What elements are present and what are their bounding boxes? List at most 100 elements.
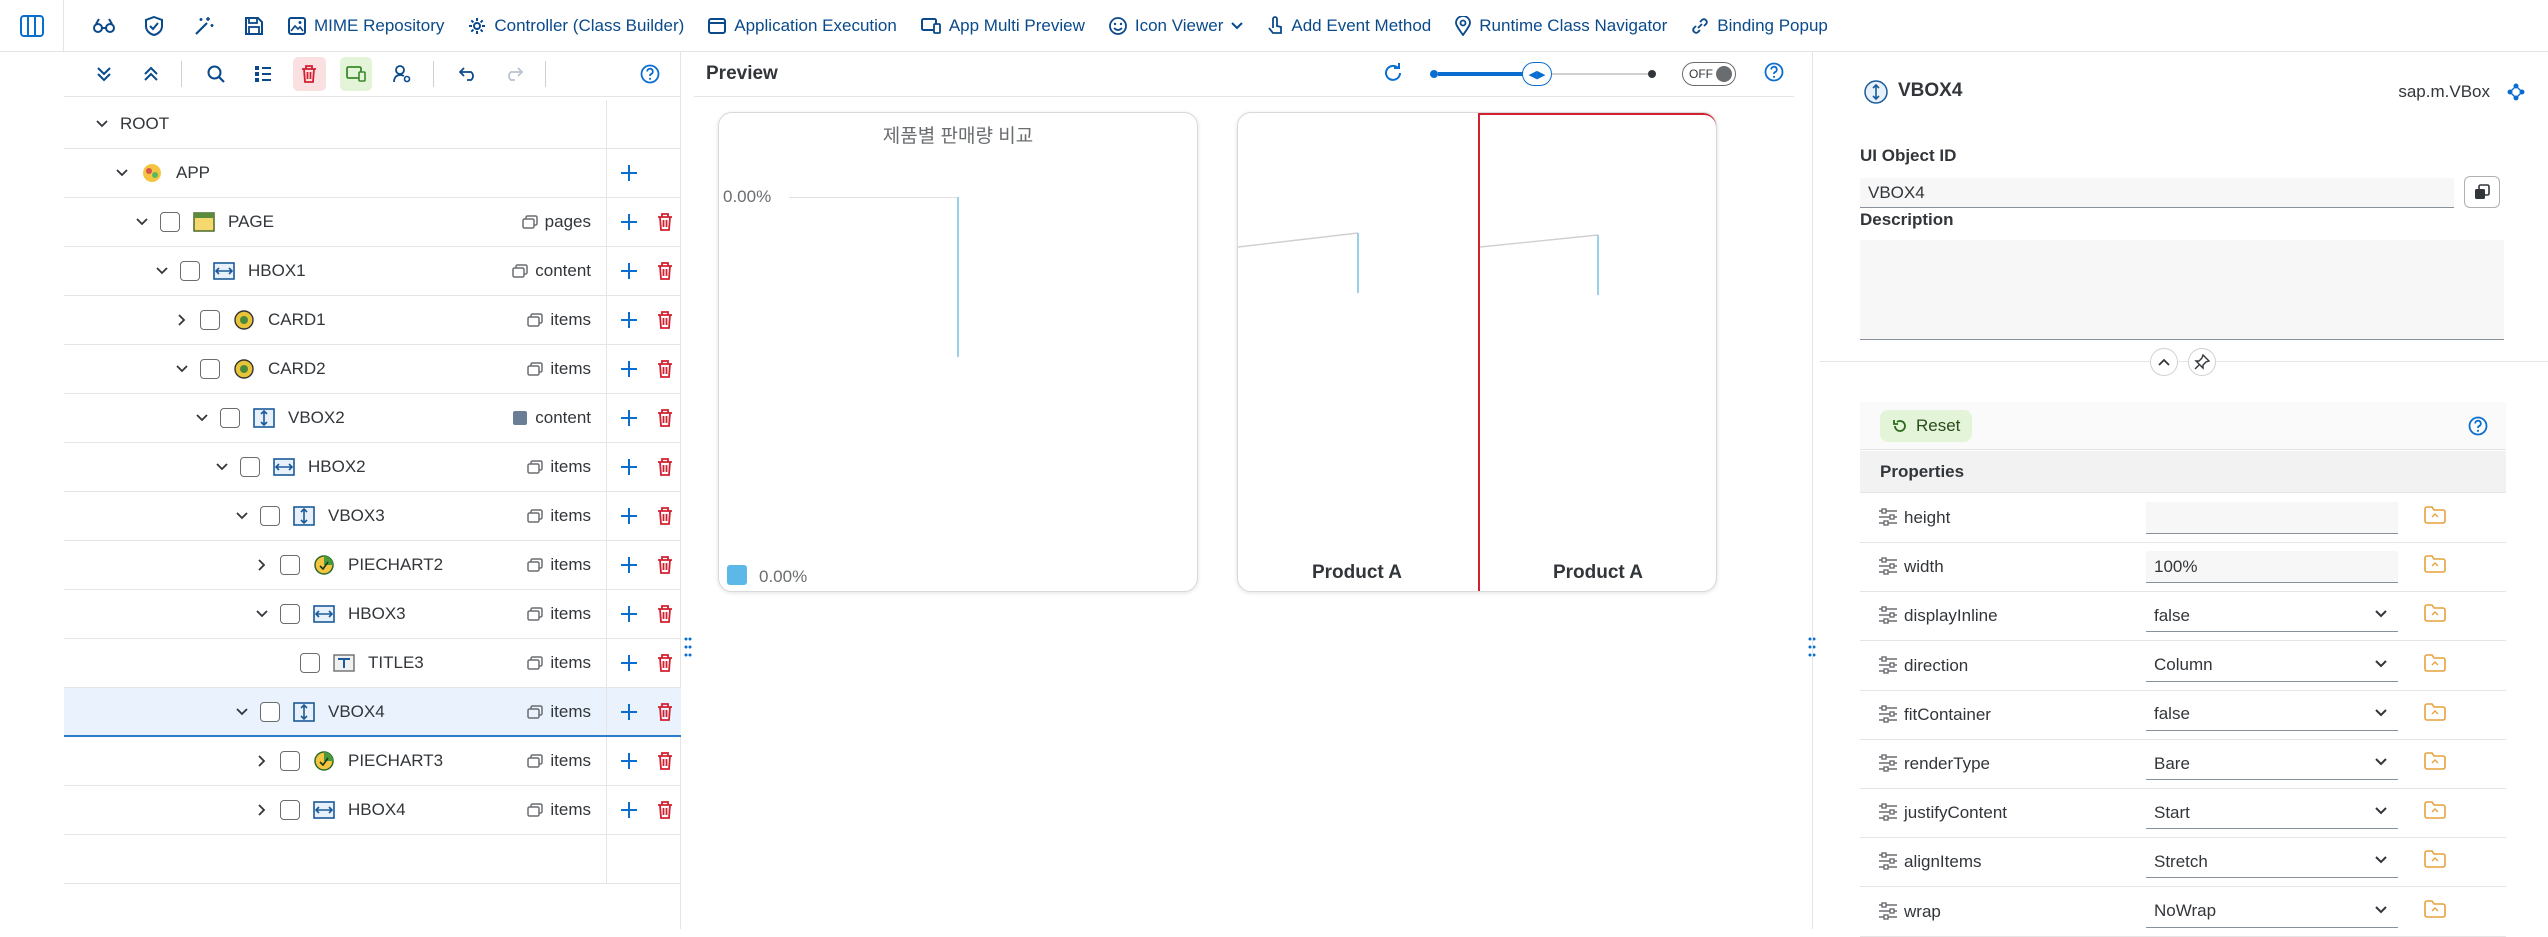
tree-row-vbox4[interactable]: VBOX4 items	[64, 688, 681, 737]
selected-vbox4-highlight[interactable]: Product A	[1478, 113, 1716, 591]
delete-node-button[interactable]	[648, 597, 682, 631]
add-child-button[interactable]	[612, 597, 646, 631]
locate-in-tree-button[interactable]	[2506, 82, 2526, 102]
property-select-wrap[interactable]: NoWrap	[2146, 895, 2398, 928]
preview-help-button[interactable]	[1764, 62, 1784, 82]
row-checkbox[interactable]	[300, 653, 320, 673]
add-child-button[interactable]	[612, 156, 646, 190]
save-button[interactable]	[234, 6, 274, 46]
glasses-button[interactable]	[84, 6, 124, 46]
refresh-button[interactable]	[1382, 62, 1404, 84]
property-select-direction[interactable]: Column	[2146, 649, 2398, 682]
row-checkbox[interactable]	[160, 212, 180, 232]
binding-folder-button[interactable]	[2424, 899, 2446, 918]
row-checkbox[interactable]	[260, 506, 280, 526]
expand-toggle[interactable]	[172, 310, 192, 330]
app-multi-preview-button[interactable]: App Multi Preview	[920, 16, 1085, 36]
delete-node-button[interactable]	[648, 450, 682, 484]
row-checkbox[interactable]	[260, 701, 280, 722]
tree-list-button[interactable]	[247, 57, 280, 91]
shield-button[interactable]	[134, 6, 174, 46]
search-button[interactable]	[200, 57, 233, 91]
delete-node-button[interactable]	[648, 401, 682, 435]
reset-button[interactable]: Reset	[1880, 410, 1973, 442]
property-select-rendertype[interactable]: Bare	[2146, 748, 2398, 780]
sidebar-toggle-button[interactable]	[0, 0, 64, 52]
controller-class-builder-button[interactable]: Controller (Class Builder)	[468, 16, 684, 36]
preview-devices-button[interactable]	[339, 57, 373, 91]
ui-object-id-field[interactable]: VBOX4	[1860, 178, 2454, 208]
property-select-displayinline[interactable]: false	[2146, 600, 2398, 633]
undo-button[interactable]	[452, 57, 485, 91]
binding-folder-button[interactable]	[2424, 850, 2446, 869]
binding-folder-button[interactable]	[2424, 604, 2446, 623]
preview-card-1[interactable]: 제품별 판매량 비교 0.00% 0.00%	[718, 112, 1198, 592]
collapse-toggle[interactable]	[192, 408, 212, 428]
tree-row-hbox4[interactable]: HBOX4 items	[64, 786, 681, 835]
add-child-button[interactable]	[612, 401, 646, 435]
expand-all-button[interactable]	[88, 57, 121, 91]
tree-row-vbox2[interactable]: VBOX2 content	[64, 394, 681, 443]
expand-toggle[interactable]	[252, 751, 272, 771]
collapse-toggle[interactable]	[92, 114, 112, 134]
binding-folder-button[interactable]	[2424, 702, 2446, 721]
add-child-button[interactable]	[612, 303, 646, 337]
add-child-button[interactable]	[612, 695, 646, 729]
add-child-button[interactable]	[612, 744, 646, 778]
tree-row-app[interactable]: APP	[64, 149, 681, 198]
delete-node-button[interactable]	[648, 548, 682, 582]
preview-toggle-switch[interactable]: OFF	[1682, 62, 1736, 86]
property-select-fitcontainer[interactable]: false	[2146, 698, 2398, 731]
delete-node-button[interactable]	[648, 499, 682, 533]
tree-row-card2[interactable]: CARD2 items	[64, 345, 681, 394]
delete-node-button[interactable]	[648, 646, 682, 680]
add-child-button[interactable]	[612, 793, 646, 827]
delete-node-button[interactable]	[648, 254, 682, 288]
tree-row-title3[interactable]: TITLE3 items	[64, 639, 681, 688]
tree-row-card1[interactable]: CARD1 items	[64, 296, 681, 345]
delete-node-button[interactable]	[648, 303, 682, 337]
collapse-toggle[interactable]	[212, 457, 232, 477]
user-settings-button[interactable]	[386, 57, 419, 91]
mime-repository-button[interactable]: MIME Repository	[288, 16, 444, 36]
tree-row-piechart3[interactable]: PIECHART3 items	[64, 737, 681, 786]
binding-folder-button[interactable]	[2424, 653, 2446, 672]
tree-row-root[interactable]: ROOT	[64, 100, 681, 149]
binding-popup-button[interactable]: Binding Popup	[1691, 16, 1828, 36]
row-checkbox[interactable]	[280, 751, 300, 771]
property-input-width[interactable]: 100%	[2146, 551, 2398, 584]
collapse-toggle[interactable]	[132, 212, 152, 232]
delete-node-button[interactable]	[648, 744, 682, 778]
tree-row-page[interactable]: PAGE pages	[64, 198, 681, 247]
collapse-toggle[interactable]	[252, 604, 272, 624]
add-child-button[interactable]	[612, 352, 646, 386]
row-checkbox[interactable]	[240, 457, 260, 477]
tree-row-piechart2[interactable]: PIECHART2 items	[64, 541, 681, 590]
tree-row-hbox1[interactable]: HBOX1 content	[64, 247, 681, 296]
collapse-toggle[interactable]	[232, 506, 252, 526]
redo-button[interactable]	[498, 57, 531, 91]
row-checkbox[interactable]	[200, 310, 220, 330]
runtime-class-navigator-button[interactable]: Runtime Class Navigator	[1455, 15, 1667, 36]
tree-row-hbox2[interactable]: HBOX2 items	[64, 443, 681, 492]
delete-node-button[interactable]	[648, 793, 682, 827]
delete-node-button[interactable]	[648, 352, 682, 386]
binding-folder-button[interactable]	[2424, 752, 2446, 770]
magic-wand-button[interactable]	[184, 6, 224, 46]
collapse-toggle[interactable]	[232, 702, 252, 722]
property-select-justifycontent[interactable]: Start	[2146, 797, 2398, 830]
add-child-button[interactable]	[612, 254, 646, 288]
row-checkbox[interactable]	[280, 800, 300, 820]
add-child-button[interactable]	[612, 450, 646, 484]
add-child-button[interactable]	[612, 499, 646, 533]
icon-viewer-dropdown[interactable]: Icon Viewer	[1108, 16, 1244, 36]
add-child-button[interactable]	[612, 205, 646, 239]
delete-node-button[interactable]	[648, 205, 682, 239]
add-child-button[interactable]	[612, 548, 646, 582]
collapse-all-button[interactable]	[135, 57, 168, 91]
binding-folder-button[interactable]	[2424, 801, 2446, 819]
left-splitter-handle[interactable]	[684, 636, 692, 658]
row-checkbox[interactable]	[280, 604, 300, 624]
description-textarea[interactable]	[1860, 240, 2504, 340]
zoom-slider[interactable]: ◀▶	[1430, 62, 1656, 86]
